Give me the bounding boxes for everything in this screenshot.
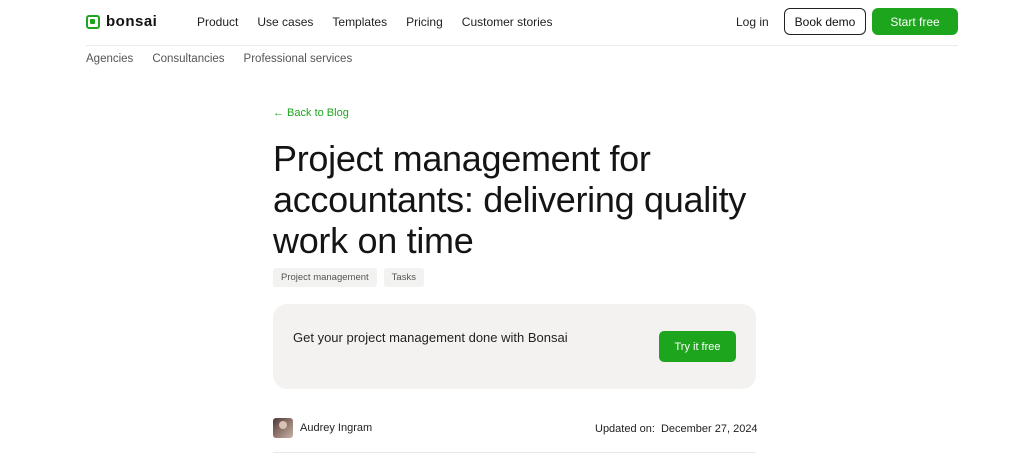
login-link[interactable]: Log in bbox=[736, 15, 769, 29]
author-avatar bbox=[273, 418, 293, 438]
back-to-blog-link[interactable]: ← Back to Blog bbox=[273, 107, 349, 119]
start-free-button[interactable]: Start free bbox=[872, 8, 958, 35]
subnav-item-professional-services[interactable]: Professional services bbox=[244, 53, 353, 65]
tag-tasks[interactable]: Tasks bbox=[383, 268, 424, 287]
cta-text: Get your project management done with Bo… bbox=[293, 330, 568, 345]
article-tags: Project management Tasks bbox=[273, 268, 424, 287]
tag-project-management[interactable]: Project management bbox=[273, 268, 377, 287]
top-header: bonsai Product Use cases Templates Prici… bbox=[0, 0, 1024, 44]
updated-info: Updated on: December 27, 2024 bbox=[595, 423, 758, 435]
sub-nav: Agencies Consultancies Professional serv… bbox=[86, 53, 352, 65]
bonsai-logo-icon bbox=[86, 14, 100, 29]
subnav-item-consultancies[interactable]: Consultancies bbox=[152, 53, 224, 65]
nav-item-product[interactable]: Product bbox=[197, 15, 238, 29]
author-name[interactable]: Audrey Ingram bbox=[300, 422, 372, 434]
main-nav: Product Use cases Templates Pricing Cust… bbox=[197, 15, 552, 29]
updated-date: December 27, 2024 bbox=[660, 423, 758, 435]
cta-banner: Get your project management done with Bo… bbox=[273, 304, 756, 389]
nav-item-templates[interactable]: Templates bbox=[332, 15, 387, 29]
subnav-item-agencies[interactable]: Agencies bbox=[86, 53, 133, 65]
try-it-free-button[interactable]: Try it free bbox=[659, 331, 736, 362]
logo-text: bonsai bbox=[106, 13, 158, 30]
nav-item-use-cases[interactable]: Use cases bbox=[257, 15, 313, 29]
article-title: Project management for accountants: deli… bbox=[273, 138, 746, 261]
nav-item-customer-stories[interactable]: Customer stories bbox=[462, 15, 553, 29]
article-divider bbox=[273, 452, 756, 453]
author-info: Audrey Ingram bbox=[273, 418, 372, 438]
nav-item-pricing[interactable]: Pricing bbox=[406, 15, 443, 29]
updated-label: Updated on: bbox=[595, 423, 655, 435]
bonsai-logo[interactable]: bonsai bbox=[86, 13, 157, 30]
book-demo-button[interactable]: Book demo bbox=[784, 8, 866, 35]
header-divider bbox=[86, 45, 958, 46]
